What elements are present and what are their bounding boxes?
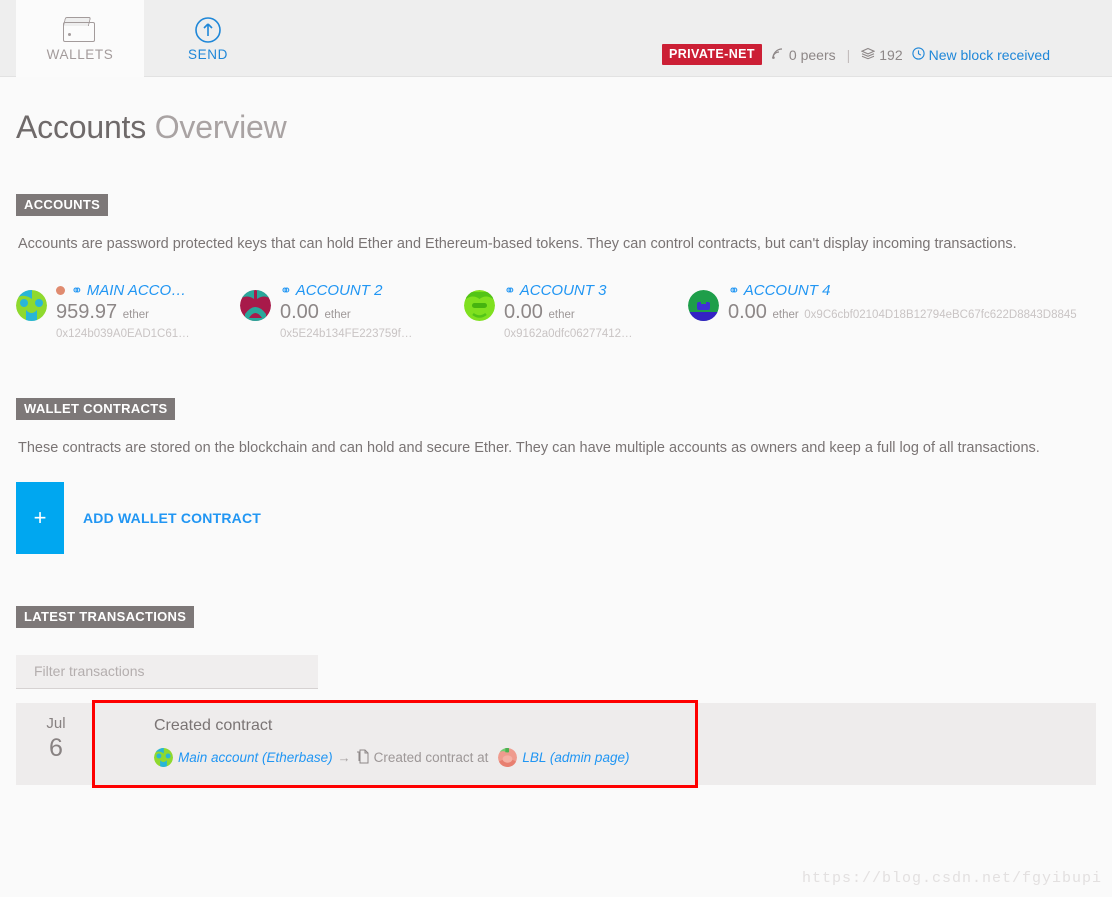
- account-address: 0x9C6cbf02104D18B12794eBC67fc622D8843D88…: [804, 309, 1077, 321]
- transaction-from-link[interactable]: Main account (Etherbase): [178, 750, 333, 765]
- account-balance: 959.97 ether: [56, 301, 149, 323]
- latest-transactions-section-label: LATEST TRANSACTIONS: [16, 606, 195, 628]
- tab-wallets[interactable]: WALLETS: [16, 0, 144, 77]
- account-address: 0x9162a0dfc06277412…: [504, 328, 633, 340]
- account-name[interactable]: MAIN ACCO…: [87, 282, 186, 299]
- account-name[interactable]: ACCOUNT 4: [744, 282, 831, 299]
- accounts-section-description: Accounts are password protected keys tha…: [18, 236, 1017, 252]
- tab-wallets-label: WALLETS: [46, 46, 114, 62]
- account-card[interactable]: ⚭ ACCOUNT 2 0.00 ether 0x5E24b134FE22375…: [240, 276, 464, 342]
- account-balance-unit: ether: [122, 309, 149, 321]
- identicon-account-3: [464, 290, 495, 321]
- account-balance-value: 959.97: [56, 301, 118, 323]
- block-count-label: 192: [879, 46, 903, 63]
- peers-count-label: 0 peers: [788, 46, 836, 63]
- account-balance-unit: ether: [548, 309, 575, 321]
- watermark: https://blog.csdn.net/fgyibupi: [801, 870, 1102, 887]
- nav-tabs: WALLETS SEND: [0, 0, 1112, 77]
- page-title-light: Overview: [154, 109, 287, 145]
- status-separator: |: [846, 46, 851, 63]
- key-icon: ⚭: [504, 282, 516, 298]
- account-name[interactable]: ACCOUNT 3: [520, 282, 607, 299]
- add-wallet-contract-button[interactable]: + ADD WALLET CONTRACT: [16, 482, 1096, 554]
- account-balance-value: 0.00: [728, 301, 767, 323]
- highlight-annotation: [92, 700, 698, 788]
- account-balance-value: 0.00: [280, 301, 319, 323]
- account-card[interactable]: ⚭ MAIN ACCO… 959.97 ether 0x124b039A0EAD…: [16, 276, 240, 342]
- identicon-main-account-small: [154, 748, 173, 767]
- top-navigation-bar: WALLETS SEND PRIVATE-NET 0 peers | 192 N…: [0, 0, 1112, 77]
- account-status-dot: [56, 285, 65, 295]
- wallet-contracts-section-description: These contracts are stored on the blockc…: [18, 440, 1040, 456]
- account-name[interactable]: ACCOUNT 2: [296, 282, 383, 299]
- account-balance: 0.00 ether: [728, 301, 804, 323]
- account-balance-unit: ether: [324, 309, 351, 321]
- account-card[interactable]: ⚭ ACCOUNT 3 0.00 ether 0x9162a0dfc062774…: [464, 276, 688, 342]
- identicon-main-account: [16, 290, 47, 321]
- filter-transactions-input[interactable]: [16, 655, 318, 689]
- key-icon: ⚭: [280, 282, 292, 298]
- accounts-section-label: ACCOUNTS: [16, 194, 109, 216]
- page-title: Accounts Overview: [16, 109, 1096, 146]
- send-arrow-icon: [194, 16, 222, 44]
- table-row[interactable]: Jul 6 Created contract Main account (Eth…: [16, 700, 1096, 788]
- transaction-middle-text: Created contract at: [373, 750, 489, 765]
- wallet-contracts-section-label: WALLET CONTRACTS: [16, 398, 176, 420]
- account-address: 0x5E24b134FE223759f…: [280, 328, 413, 340]
- status-badge-network: PRIVATE-NET: [662, 44, 762, 65]
- signal-icon: [771, 47, 785, 63]
- tab-send-label: SEND: [188, 46, 228, 62]
- account-balance: 0.00 ether: [280, 301, 351, 323]
- layers-icon: [860, 47, 876, 63]
- peers-status: 0 peers: [771, 47, 836, 63]
- key-icon: ⚭: [71, 282, 83, 298]
- new-block-status[interactable]: New block received: [911, 46, 1050, 63]
- transaction-title: Created contract: [154, 717, 273, 734]
- account-address: 0x124b039A0EAD1C61…: [56, 328, 190, 340]
- identicon-account-2: [240, 290, 271, 321]
- page-title-bold: Accounts: [16, 109, 147, 145]
- network-status-bar: PRIVATE-NET 0 peers | 192 New block rece…: [662, 44, 1050, 65]
- identicon-contract: [498, 748, 518, 767]
- transaction-detail: Main account (Etherbase) → Created contr…: [154, 748, 1096, 767]
- transaction-month: Jul: [46, 715, 66, 732]
- key-icon: ⚭: [728, 282, 740, 298]
- accounts-list: ⚭ MAIN ACCO… 959.97 ether 0x124b039A0EAD…: [16, 276, 1096, 342]
- main-content: Accounts Overview ACCOUNTS Accounts are …: [0, 109, 1112, 897]
- clock-icon: [911, 46, 925, 63]
- block-count-status: 192: [860, 46, 903, 63]
- tab-send[interactable]: SEND: [144, 0, 272, 77]
- arrow-right-icon: →: [337, 750, 351, 765]
- add-wallet-contract-label: ADD WALLET CONTRACT: [83, 509, 262, 526]
- wallet-icon: [62, 16, 97, 44]
- account-card[interactable]: ⚭ ACCOUNT 4 0.00 ether 0x9C6cbf02104D18B…: [688, 276, 1077, 342]
- new-block-label: New block received: [928, 46, 1050, 63]
- transaction-body: Created contract Main account (Etherbase…: [92, 700, 1096, 788]
- transaction-to-link[interactable]: LBL (admin page): [522, 750, 629, 765]
- transaction-date: Jul 6: [16, 703, 96, 785]
- account-balance-unit: ether: [772, 309, 799, 321]
- identicon-account-4: [688, 290, 719, 321]
- account-balance-value: 0.00: [504, 301, 543, 323]
- transaction-day: 6: [49, 734, 63, 762]
- contract-document-icon: [356, 749, 369, 767]
- plus-icon: +: [16, 482, 64, 554]
- account-balance: 0.00 ether: [504, 301, 575, 323]
